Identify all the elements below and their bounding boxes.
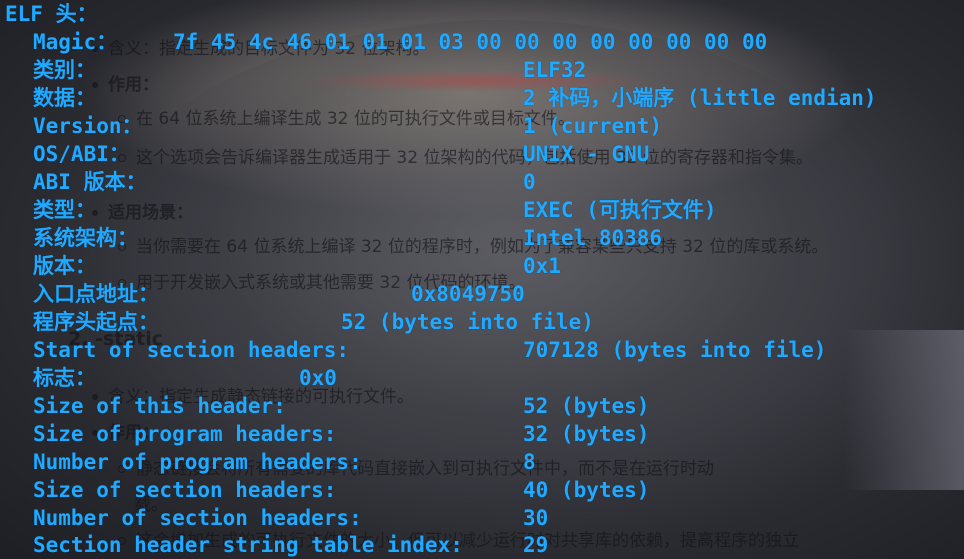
elf-label: 标志： <box>33 366 96 390</box>
elf-row-phnum: Number of program headers: 8 <box>33 448 536 476</box>
elf-value: 2 补码，小端序 (little endian) <box>523 86 877 110</box>
elf-value: 0x8049750 <box>411 282 525 306</box>
elf-label: Size of section headers: <box>33 478 337 502</box>
elf-value: Intel 80386 <box>523 226 663 250</box>
elf-label: 版本： <box>33 254 96 278</box>
elf-row-class: 类别： ELF32 <box>33 56 586 84</box>
elf-value: 0 <box>523 170 536 194</box>
elf-label: ABI 版本： <box>33 170 147 194</box>
elf-row-magic: Magic： 7f 45 4c 46 01 01 01 03 00 00 00 0… <box>33 28 767 56</box>
elf-row-type: 类型： EXEC (可执行文件) <box>33 196 717 224</box>
elf-row-shstrndx: Section header string table index: 29 <box>33 531 548 559</box>
elf-value: 32 (bytes) <box>523 422 650 446</box>
elf-value: ELF32 <box>523 58 587 82</box>
elf-row-file-version: 版本： 0x1 <box>33 252 561 280</box>
elf-row-abi-version: ABI 版本： 0 <box>33 168 536 196</box>
elf-label: Magic： <box>33 30 118 54</box>
elf-label: 数据： <box>33 86 96 110</box>
elf-label: Size of program headers: <box>33 422 337 446</box>
elf-row-entry: 入口点地址： 0x8049750 <box>33 280 525 308</box>
elf-label: Number of section headers: <box>33 506 362 530</box>
elf-label: Section header string table index: <box>33 533 463 557</box>
elf-value: 707128 (bytes into file) <box>523 338 827 362</box>
elf-value: UNIX - GNU <box>523 142 650 166</box>
elf-row-shnum: Number of section headers: 30 <box>33 504 548 532</box>
elf-value: 8 <box>523 450 536 474</box>
elf-row-data: 数据： 2 补码，小端序 (little endian) <box>33 84 877 112</box>
elf-row-shoff: Start of section headers: 707128 (bytes i… <box>33 336 826 364</box>
elf-label: Number of program headers: <box>33 450 362 474</box>
elf-value: 52 (bytes) <box>523 394 650 418</box>
elf-label: 入口点地址： <box>33 282 159 306</box>
elf-label: Version： <box>33 114 143 138</box>
terminal-output: ELF 头： Magic： 7f 45 4c 46 01 01 01 03 00 … <box>0 0 964 559</box>
elf-value: EXEC (可执行文件) <box>523 198 717 222</box>
elf-value: 30 <box>523 506 549 530</box>
elf-header-title: ELF 头： <box>5 2 98 26</box>
elf-row-osabi: OS/ABI： UNIX - GNU <box>33 140 649 168</box>
elf-label: 类型： <box>33 198 96 222</box>
elf-label: OS/ABI： <box>33 142 130 166</box>
elf-label: 程序头起点： <box>33 310 159 334</box>
elf-row-version: Version： 1 (current) <box>33 112 662 140</box>
elf-label: Size of this header: <box>33 394 286 418</box>
elf-label: Start of section headers: <box>33 338 350 362</box>
elf-row-phentsize: Size of program headers: 32 (bytes) <box>33 420 649 448</box>
elf-value: 7f 45 4c 46 01 01 01 03 00 00 00 00 00 0… <box>173 30 768 54</box>
elf-row-flags: 标志： 0x0 <box>33 364 337 392</box>
elf-row-ehsize: Size of this header: 52 (bytes) <box>33 392 649 420</box>
elf-row-machine: 系统架构： Intel 80386 <box>33 224 662 252</box>
elf-value: 0x1 <box>523 254 561 278</box>
elf-label: 类别： <box>33 58 96 82</box>
elf-value: 40 (bytes) <box>523 478 650 502</box>
elf-label: 系统架构： <box>33 226 138 250</box>
elf-value: 0x0 <box>299 366 337 390</box>
elf-row-phoff: 程序头起点： 52 (bytes into file) <box>33 308 594 336</box>
elf-value: 29 <box>523 533 549 557</box>
elf-value: 52 (bytes into file) <box>341 310 594 334</box>
elf-value: 1 (current) <box>523 114 663 138</box>
elf-row-shentsize: Size of section headers: 40 (bytes) <box>33 476 649 504</box>
